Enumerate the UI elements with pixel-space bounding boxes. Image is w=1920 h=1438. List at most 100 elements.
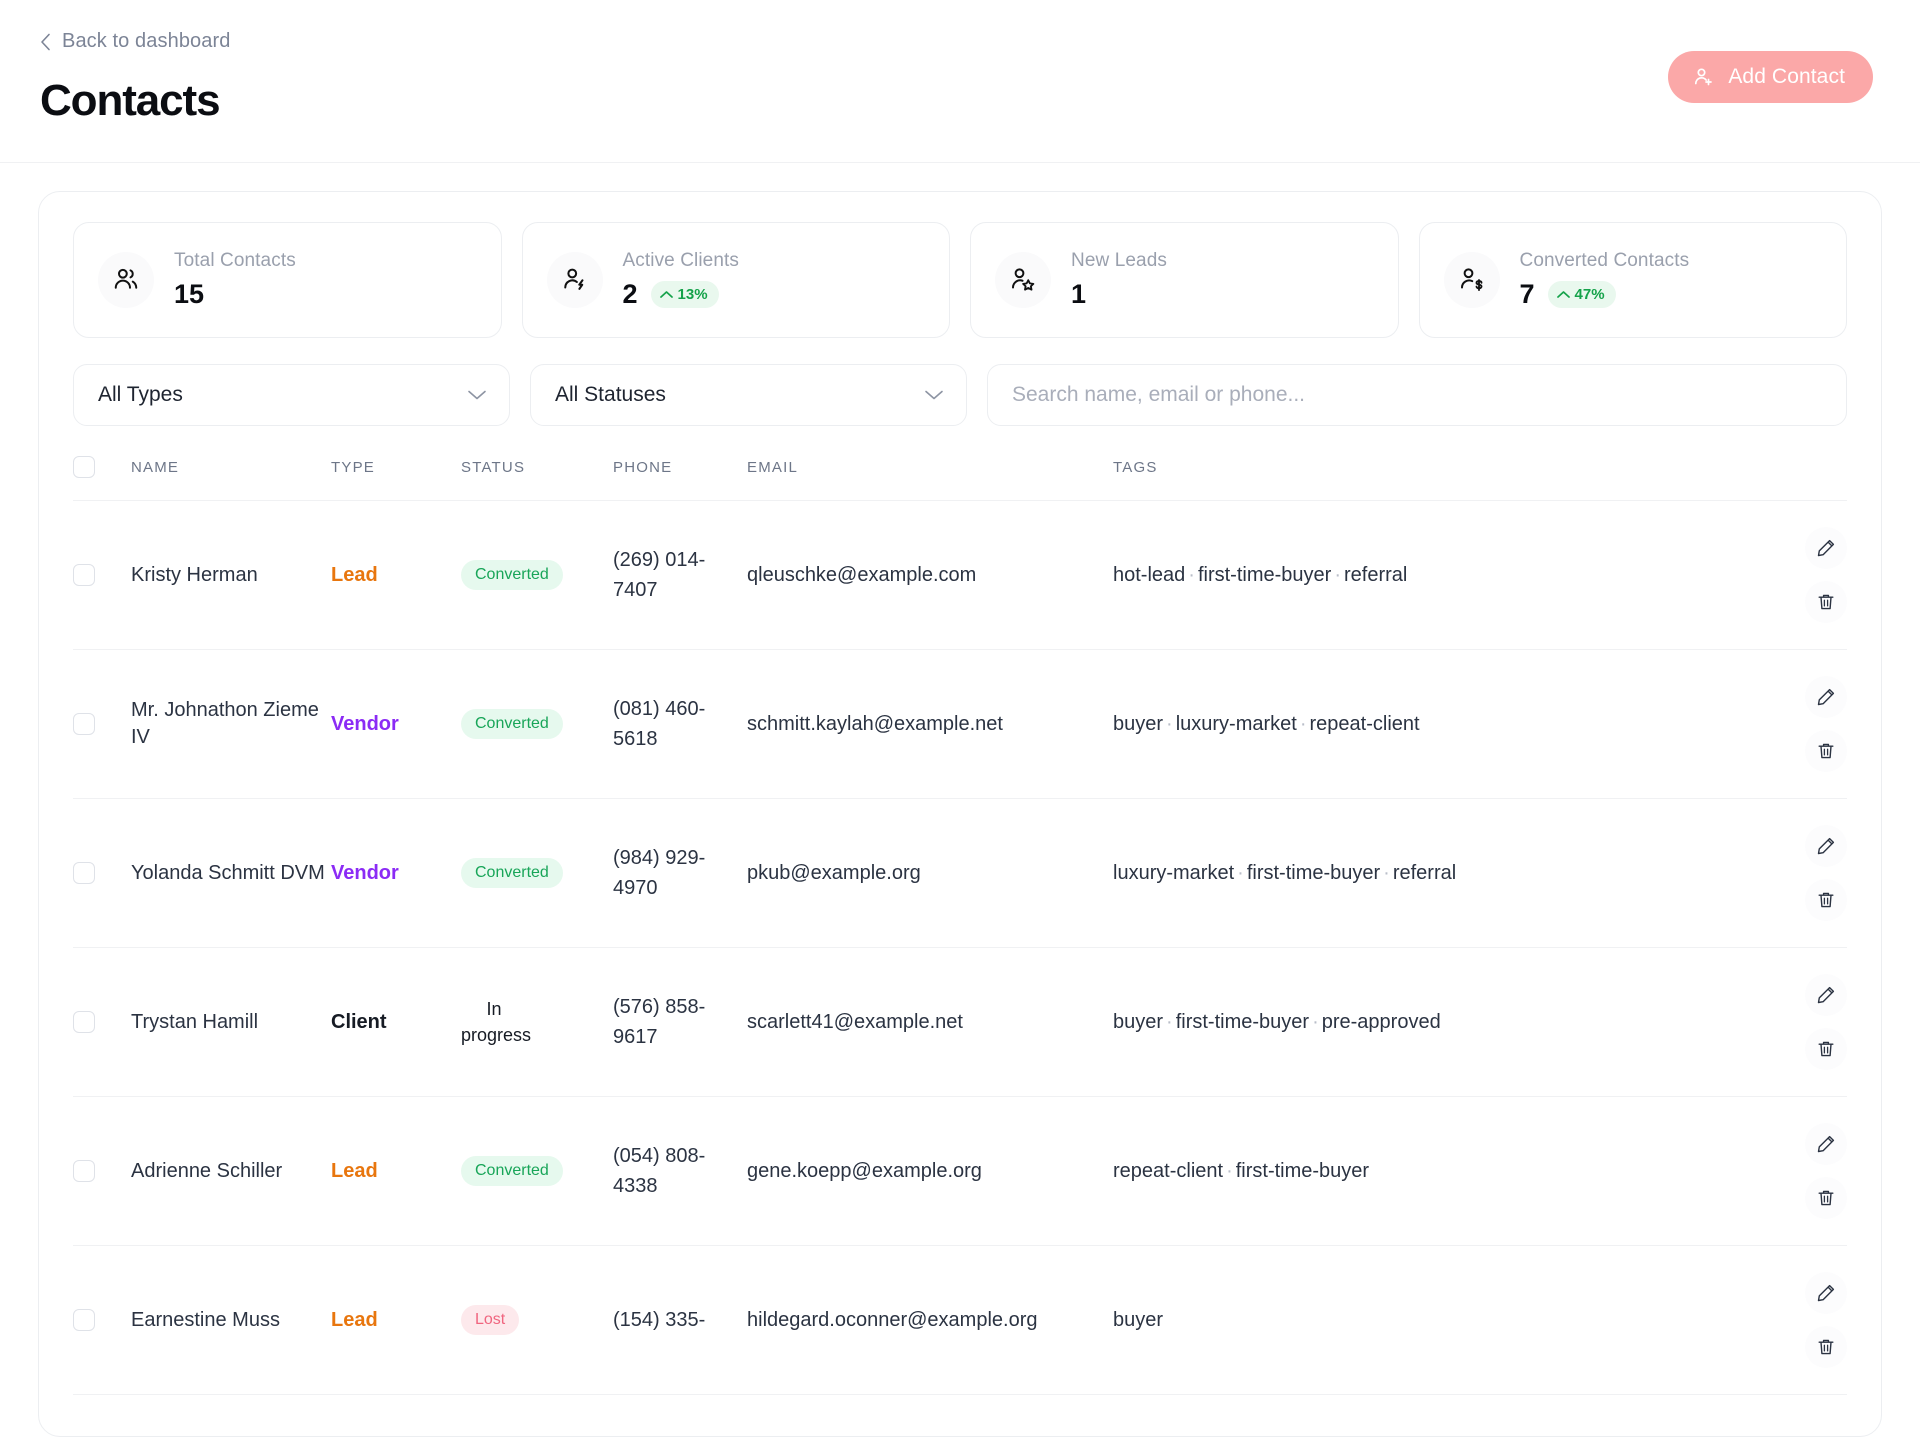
contact-phone: (576) 858-9617 bbox=[613, 947, 747, 1097]
type-filter-select[interactable]: All Types bbox=[73, 364, 510, 426]
contact-tags: buyer bbox=[1113, 1245, 1727, 1395]
contact-name[interactable]: Yolanda Schmitt DVM bbox=[131, 798, 331, 948]
trend-up-icon bbox=[1556, 290, 1570, 299]
tag-separator: · bbox=[1334, 563, 1341, 586]
contact-status-cell: Lost bbox=[461, 1245, 613, 1395]
contact-tags: repeat-client · first-time-buyer bbox=[1113, 1096, 1727, 1246]
delete-contact-button[interactable] bbox=[1805, 1326, 1847, 1368]
status-badge: Converted bbox=[461, 858, 563, 888]
row-select-cell bbox=[73, 798, 131, 948]
row-checkbox[interactable] bbox=[73, 1309, 95, 1331]
row-checkbox[interactable] bbox=[73, 1160, 95, 1182]
stat-trend-badge: 13% bbox=[650, 281, 719, 308]
contacts-table: NAME TYPE STATUS PHONE EMAIL TAGS Kristy… bbox=[73, 456, 1847, 1395]
stat-value: 15 bbox=[174, 279, 205, 309]
column-header-tags[interactable]: TAGS bbox=[1113, 456, 1727, 501]
row-actions-cell bbox=[1727, 649, 1847, 799]
stat-value: 1 bbox=[1071, 279, 1087, 309]
back-link-label: Back to dashboard bbox=[62, 30, 231, 52]
tag: first-time-buyer bbox=[1175, 1010, 1310, 1033]
row-select-cell bbox=[73, 649, 131, 799]
table-row: Mr. Johnathon Zieme IV Vendor Converted (08… bbox=[73, 649, 1847, 799]
contact-name[interactable]: Trystan Hamill bbox=[131, 947, 331, 1097]
contact-name[interactable]: Adrienne Schiller bbox=[131, 1096, 331, 1246]
status-filter-select[interactable]: All Statuses bbox=[530, 364, 967, 426]
delete-contact-button[interactable] bbox=[1805, 879, 1847, 921]
table-row: Kristy Herman Lead Converted (269) 014-7407… bbox=[73, 500, 1847, 650]
pencil-icon bbox=[1816, 687, 1836, 707]
trash-icon bbox=[1816, 592, 1836, 612]
edit-contact-button[interactable] bbox=[1805, 527, 1847, 569]
delete-contact-button[interactable] bbox=[1805, 581, 1847, 623]
tag: referral bbox=[1343, 563, 1408, 586]
edit-contact-button[interactable] bbox=[1805, 1123, 1847, 1165]
edit-contact-button[interactable] bbox=[1805, 1272, 1847, 1314]
tag: pre-approved bbox=[1321, 1010, 1441, 1033]
type-filter-value: All Types bbox=[98, 383, 183, 406]
trash-icon bbox=[1816, 741, 1836, 761]
row-checkbox[interactable] bbox=[73, 1011, 95, 1033]
pencil-icon bbox=[1816, 538, 1836, 558]
column-header-name[interactable]: NAME bbox=[131, 456, 331, 501]
row-actions-cell bbox=[1727, 947, 1847, 1097]
delete-contact-button[interactable] bbox=[1805, 1177, 1847, 1219]
table-row: Earnestine Muss Lead Lost (154) 335- hildega… bbox=[73, 1245, 1847, 1395]
row-select-cell bbox=[73, 500, 131, 650]
contact-name[interactable]: Earnestine Muss bbox=[131, 1245, 331, 1395]
contact-type: Lead bbox=[331, 1159, 378, 1182]
row-select-cell bbox=[73, 1096, 131, 1246]
stat-card-total-contacts: Total Contacts 15 bbox=[73, 222, 502, 338]
add-contact-label: Add Contact bbox=[1728, 65, 1845, 88]
select-all-checkbox[interactable] bbox=[73, 456, 95, 478]
tag: buyer bbox=[1113, 712, 1164, 735]
column-header-phone[interactable]: PHONE bbox=[613, 456, 747, 501]
contact-status-cell: In progress bbox=[461, 947, 613, 1097]
table-body: Kristy Herman Lead Converted (269) 014-7407… bbox=[73, 500, 1847, 1395]
column-header-status[interactable]: STATUS bbox=[461, 456, 613, 501]
contact-name[interactable]: Kristy Herman bbox=[131, 500, 331, 650]
row-actions-cell bbox=[1727, 798, 1847, 948]
tag: first-time-buyer bbox=[1197, 563, 1332, 586]
trash-icon bbox=[1816, 890, 1836, 910]
edit-contact-button[interactable] bbox=[1805, 974, 1847, 1016]
select-all-header bbox=[73, 456, 131, 501]
delete-contact-button[interactable] bbox=[1805, 730, 1847, 772]
contact-phone: (154) 335- bbox=[613, 1245, 747, 1395]
tag-separator: · bbox=[1299, 712, 1307, 735]
contacts-panel: Total Contacts 15 Active Clients 2 13% N… bbox=[38, 191, 1882, 1437]
contact-name[interactable]: Mr. Johnathon Zieme IV bbox=[131, 649, 331, 799]
contact-email: qleuschke@example.com bbox=[747, 500, 1113, 650]
status-filter-value: All Statuses bbox=[555, 383, 666, 406]
column-header-type[interactable]: TYPE bbox=[331, 456, 461, 501]
contact-type: Client bbox=[331, 1010, 387, 1033]
search-input[interactable] bbox=[987, 364, 1847, 426]
chevron-down-icon bbox=[467, 389, 487, 401]
edit-contact-button[interactable] bbox=[1805, 825, 1847, 867]
contact-status-cell: Converted bbox=[461, 500, 613, 650]
tag: hot-lead bbox=[1113, 563, 1186, 586]
contact-status-cell: Converted bbox=[461, 1096, 613, 1246]
tag-separator: · bbox=[1166, 712, 1173, 735]
add-contact-button[interactable]: Add Contact bbox=[1668, 51, 1873, 103]
row-checkbox[interactable] bbox=[73, 862, 95, 884]
edit-contact-button[interactable] bbox=[1805, 676, 1847, 718]
back-to-dashboard-link[interactable]: Back to dashboard bbox=[40, 30, 230, 53]
contact-type: Vendor bbox=[331, 712, 399, 735]
stat-card-converted-contacts: Converted Contacts 7 47% bbox=[1418, 222, 1847, 338]
delete-contact-button[interactable] bbox=[1805, 1028, 1847, 1070]
trend-value: 13% bbox=[677, 286, 708, 303]
pencil-icon bbox=[1816, 836, 1836, 856]
user-bolt-icon bbox=[546, 252, 603, 308]
trend-value: 47% bbox=[1574, 286, 1605, 303]
tag: buyer bbox=[1113, 1010, 1164, 1033]
tag: referral bbox=[1392, 861, 1457, 884]
tag: repeat-client bbox=[1309, 712, 1420, 735]
table-header-row: NAME TYPE STATUS PHONE EMAIL TAGS bbox=[73, 456, 1847, 501]
column-header-email[interactable]: EMAIL bbox=[747, 456, 1113, 501]
row-checkbox[interactable] bbox=[73, 564, 95, 586]
pencil-icon bbox=[1816, 985, 1836, 1005]
table-row: Yolanda Schmitt DVM Vendor Converted (984) … bbox=[73, 798, 1847, 948]
row-checkbox[interactable] bbox=[73, 713, 95, 735]
stat-card-active-clients: Active Clients 2 13% bbox=[521, 222, 950, 338]
contact-status-cell: Converted bbox=[461, 649, 613, 799]
